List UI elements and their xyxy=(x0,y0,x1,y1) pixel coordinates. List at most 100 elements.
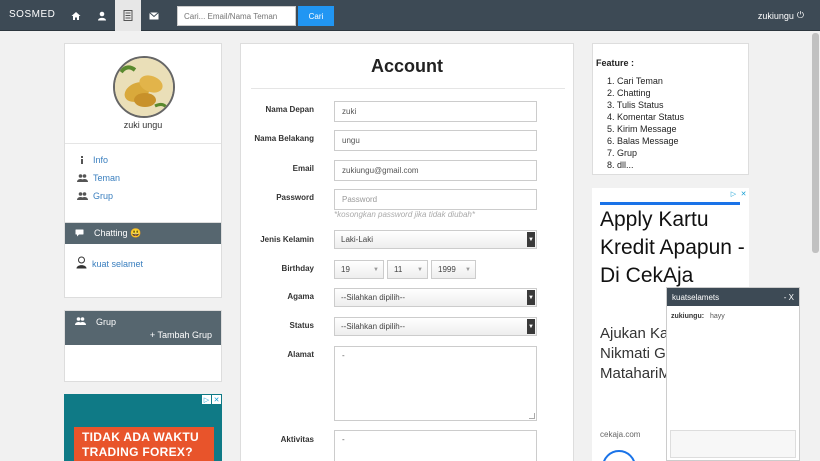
list-item: 3. Tulis Status xyxy=(607,100,664,110)
mail-icon[interactable] xyxy=(141,0,167,31)
chatting-panel: Chatting 😃 kuat selamet xyxy=(64,222,222,298)
avatar[interactable] xyxy=(113,56,175,118)
last-name-field[interactable]: ungu xyxy=(334,130,537,151)
ad-text: TIDAK ADA WAKTU TRADING FOREX? xyxy=(74,427,214,461)
chatting-header: Chatting 😃 xyxy=(65,223,221,244)
list-item: 7. Grup xyxy=(607,148,638,158)
address-textarea[interactable]: - xyxy=(334,346,537,421)
search-button[interactable]: Cari xyxy=(298,6,334,26)
brand-logo[interactable]: SOSMED xyxy=(9,9,55,20)
resize-handle-icon[interactable] xyxy=(529,413,535,419)
birthday-year-select[interactable]: 1999 ▼ xyxy=(431,260,476,279)
religion-select[interactable]: --Silahkan dipilih-- ▼ xyxy=(334,288,537,307)
last-name-label: Nama Belakang xyxy=(254,134,314,143)
ad-choices-badge[interactable]: ▷ ✕ xyxy=(729,189,748,198)
group-icon xyxy=(71,192,93,200)
close-icon: ✕ xyxy=(212,395,221,404)
chevron-down-icon: ▼ xyxy=(527,319,535,334)
chat-input[interactable] xyxy=(670,430,796,458)
logged-in-user[interactable]: zukiungu ⏻ xyxy=(758,10,804,21)
top-navbar: SOSMED Cari zukiungu ⏻ xyxy=(0,0,820,31)
forex-ad-banner[interactable]: ▷ ✕ TIDAK ADA WAKTU TRADING FOREX? xyxy=(64,394,222,461)
group-panel: Grup + Tambah Grup xyxy=(64,310,222,382)
adchoices-icon: ▷ xyxy=(202,395,211,404)
birthday-label: Birthday xyxy=(281,264,314,273)
chevron-down-icon: ▼ xyxy=(465,266,471,273)
email-field[interactable]: zukiungu@gmail.com xyxy=(334,160,537,181)
birthday-year-value: 1999 xyxy=(438,265,456,274)
list-item: 6. Balas Message xyxy=(607,136,679,146)
chat-friend-item[interactable]: kuat selamet xyxy=(75,256,143,271)
message-text: hayy xyxy=(710,313,725,320)
group-header: Grup + Tambah Grup xyxy=(65,311,221,345)
feature-title: Feature : xyxy=(596,58,635,68)
birthday-day-value: 19 xyxy=(341,265,350,274)
scrollbar-thumb[interactable] xyxy=(812,33,819,253)
group-title: Grup xyxy=(96,317,117,327)
list-item: 8. dll... xyxy=(607,160,634,170)
chatting-title: Chatting xyxy=(94,228,128,238)
sidebar-item-label: Info xyxy=(93,155,109,165)
chat-popup-header[interactable]: kuatselamets - X xyxy=(667,288,799,306)
ad-headline: Apply Kartu Kredit Apapun - Di CekAja xyxy=(600,208,745,287)
ad-arrow-button[interactable] xyxy=(602,450,636,461)
chevron-down-icon: ▼ xyxy=(417,266,423,273)
sidebar-item-teman[interactable]: Teman xyxy=(71,173,120,183)
chevron-down-icon: ▼ xyxy=(373,266,379,273)
user-avatar-icon xyxy=(75,256,88,271)
address-value: - xyxy=(342,351,345,360)
gender-label: Jenis Kelamin xyxy=(260,235,314,244)
feature-panel: Feature : 1. Cari Teman 2. Chatting 3. T… xyxy=(592,43,749,175)
list-item: 5. Kirim Message xyxy=(607,124,677,134)
chevron-down-icon: ▼ xyxy=(527,290,535,305)
first-name-label: Nama Depan xyxy=(265,105,314,114)
username-label: zukiungu xyxy=(757,10,794,21)
info-icon xyxy=(71,156,93,164)
message-sender: zukiungu: xyxy=(671,313,705,320)
password-field[interactable]: Password xyxy=(334,189,537,210)
gender-selected: Laki-Laki xyxy=(341,235,374,244)
sidebar-item-info[interactable]: Info xyxy=(71,155,108,165)
minimize-close-button[interactable]: - X xyxy=(784,293,794,302)
profile-name: zuki ungu xyxy=(123,120,163,130)
sidebar-item-grup[interactable]: Grup xyxy=(71,191,113,201)
users-icon xyxy=(71,174,93,182)
chat-friend-name: kuat selamet xyxy=(92,258,144,269)
religion-label: Agama xyxy=(287,292,314,301)
sidebar-item-label: Grup xyxy=(93,191,114,201)
chevron-down-icon: ▼ xyxy=(527,232,535,247)
account-icon[interactable] xyxy=(115,0,141,31)
page-scrollbar[interactable] xyxy=(811,31,820,461)
user-icon[interactable] xyxy=(89,0,115,31)
list-item: 1. Cari Teman xyxy=(607,76,663,86)
smile-emoji-icon: 😃 xyxy=(130,228,142,238)
home-icon[interactable] xyxy=(63,0,89,31)
password-label: Password xyxy=(276,193,314,202)
group-header-icon xyxy=(75,317,86,327)
power-icon[interactable]: ⏻ xyxy=(797,10,804,21)
search-input[interactable] xyxy=(177,6,296,26)
divider xyxy=(65,143,221,144)
status-selected: --Silahkan dipilih-- xyxy=(341,322,406,331)
page-title: Account xyxy=(371,56,443,76)
activity-textarea[interactable]: - xyxy=(334,430,537,461)
birthday-day-select[interactable]: 19 ▼ xyxy=(334,260,384,279)
add-group-button[interactable]: + Tambah Grup xyxy=(150,330,212,340)
chat-message: zukiungu: hayy xyxy=(671,313,725,320)
ad-domain: cekaja.com xyxy=(600,430,641,439)
comment-icon xyxy=(75,229,84,239)
first-name-field[interactable]: zuki xyxy=(334,101,537,122)
ad-choices-badge[interactable]: ▷ ✕ xyxy=(202,395,221,404)
feature-list: 1. Cari Teman 2. Chatting 3. Tulis Statu… xyxy=(607,75,684,171)
ad-line: TIDAK ADA WAKTU xyxy=(82,430,199,444)
list-item: 4. Komentar Status xyxy=(607,112,685,122)
activity-value: - xyxy=(342,435,345,444)
status-label: Status xyxy=(289,321,314,330)
gender-select[interactable]: Laki-Laki ▼ xyxy=(334,230,537,249)
religion-selected: --Silahkan dipilih-- xyxy=(341,293,406,302)
account-form: Account Nama Depan zuki Nama Belakang un… xyxy=(240,43,574,461)
password-help-text: *kosongkan password jika tidak diubah* xyxy=(334,210,475,219)
birthday-month-select[interactable]: 11 ▼ xyxy=(387,260,428,279)
ad-accent-line xyxy=(600,202,740,205)
status-select[interactable]: --Silahkan dipilih-- ▼ xyxy=(334,317,537,336)
